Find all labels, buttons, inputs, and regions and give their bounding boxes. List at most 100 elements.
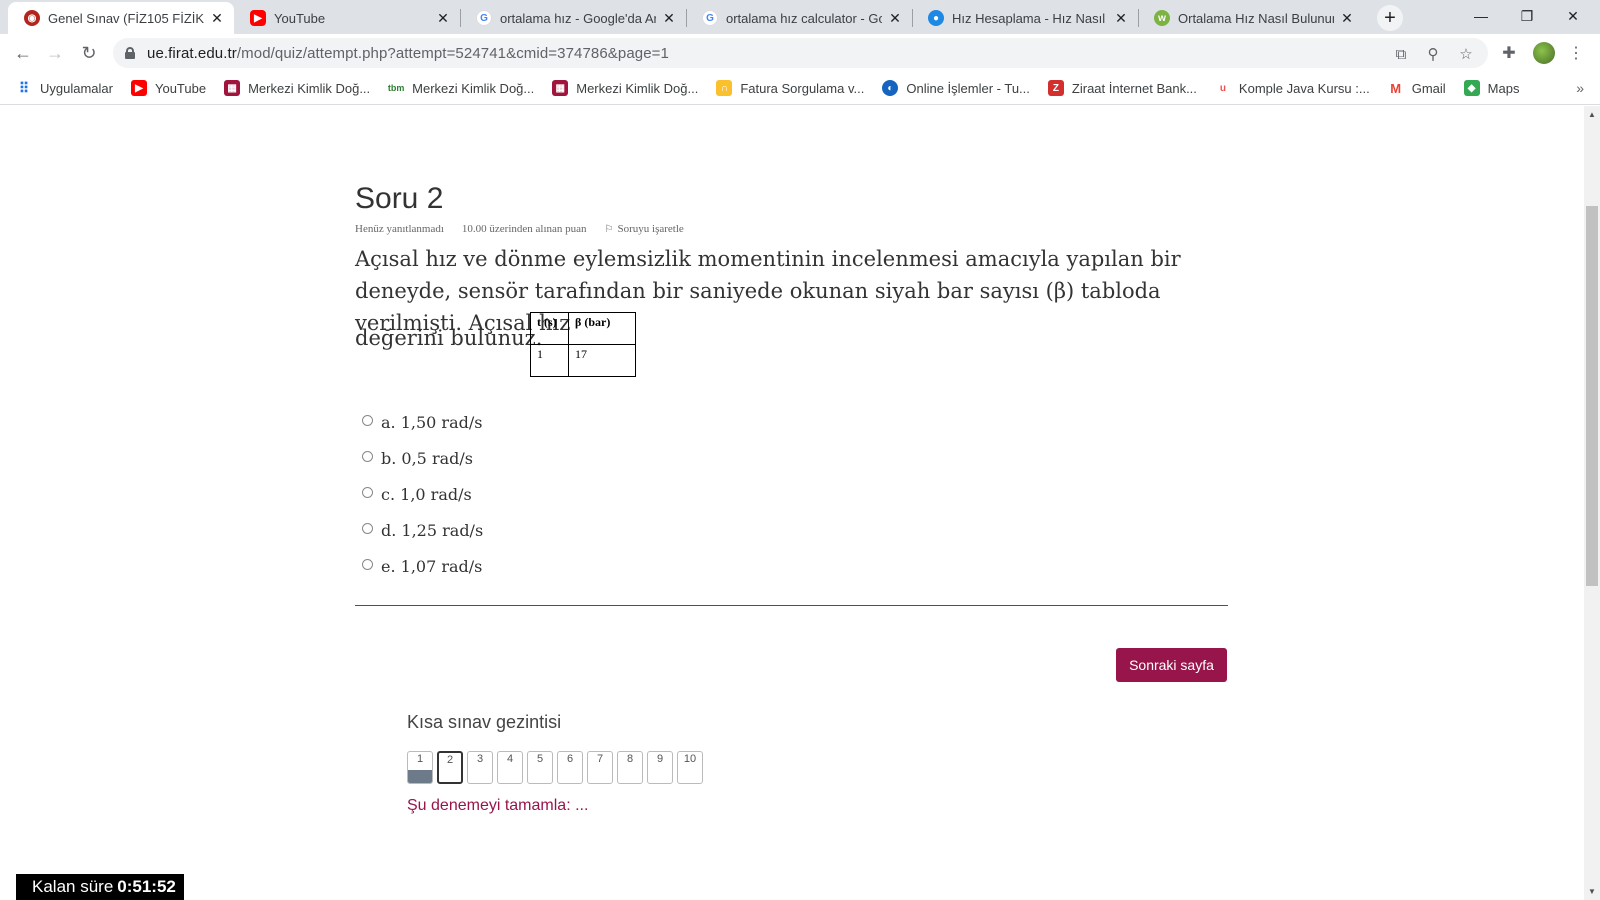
scroll-down-icon[interactable]: ▼: [1588, 887, 1596, 896]
firat-icon: ◉: [24, 10, 40, 26]
quiz-nav-button-4[interactable]: 4: [497, 751, 523, 784]
radio-button[interactable]: [362, 450, 373, 462]
bookmark-label: Merkezi Kimlik Doğ...: [576, 80, 699, 96]
bookmark-label: Ziraat İnternet Bank...: [1071, 80, 1197, 96]
restore-icon[interactable]: ❐: [1504, 0, 1550, 32]
bookmark-maps[interactable]: ◆ Maps: [1463, 80, 1519, 96]
youtube-icon: ▶: [130, 80, 147, 96]
bookmark-label: Uygulamalar: [40, 80, 113, 96]
quiz-nav-button-2[interactable]: 2: [437, 751, 463, 784]
bookmark-ziraat[interactable]: Z Ziraat İnternet Bank...: [1047, 80, 1197, 96]
close-icon[interactable]: ✕: [660, 9, 678, 27]
tab-title: ortalama hız - Google'da Ara: [500, 10, 656, 26]
minimize-icon[interactable]: —: [1458, 0, 1504, 32]
quiz-nav-button-8[interactable]: 8: [617, 751, 643, 784]
online-icon: ◐: [882, 80, 899, 96]
answer-option-d[interactable]: d. 1,25 rad/s: [362, 512, 483, 548]
bookmark-youtube[interactable]: ▶ YouTube: [130, 80, 206, 96]
question-text-end: değerini bulunuz.: [355, 326, 543, 350]
time-remaining: Kalan süre 0:51:52: [16, 874, 184, 900]
table-cell: 17: [568, 344, 636, 377]
quiz-nav-button-3[interactable]: 3: [467, 751, 493, 784]
table-header: t (s): [530, 312, 569, 345]
bookmark-kimlik-3[interactable]: ▦ Merkezi Kimlik Doğ...: [552, 80, 698, 96]
close-window-icon[interactable]: ✕: [1550, 0, 1596, 32]
avatar[interactable]: [1533, 42, 1555, 64]
bookmark-online-islemler[interactable]: ◐ Online İşlemler - Tu...: [882, 80, 1030, 96]
table-row: 1 17: [530, 344, 636, 377]
page-content: Soru 2 Henüz yanıtlanmadı 10.00 üzerinde…: [0, 106, 1584, 900]
bookmark-star-icon[interactable]: ☆: [1456, 44, 1476, 64]
radio-button[interactable]: [362, 558, 373, 570]
maps-icon: ◆: [1463, 80, 1480, 96]
quiz-nav-button-5[interactable]: 5: [527, 751, 553, 784]
tab-google-calculator[interactable]: G ortalama hız calculator - Goog ✕: [686, 2, 912, 34]
table-cell: 1: [530, 344, 569, 377]
timer-value: 0:51:52: [117, 877, 176, 896]
address-bar[interactable]: ue.firat.edu.tr/mod/quiz/attempt.php?att…: [113, 38, 1488, 68]
bookmarks-more-button[interactable]: »: [1576, 80, 1584, 96]
answer-option-b[interactable]: b. 0,5 rad/s: [362, 440, 483, 476]
close-icon[interactable]: ✕: [1112, 9, 1130, 27]
gmail-icon: M: [1387, 80, 1404, 96]
close-icon[interactable]: ✕: [1338, 9, 1356, 27]
tab-youtube[interactable]: ▶ YouTube ✕: [234, 2, 460, 34]
answer-label[interactable]: c. 1,0 rad/s: [381, 485, 472, 504]
back-icon[interactable]: ←: [8, 38, 38, 68]
google-icon: G: [702, 10, 718, 26]
radio-button[interactable]: [362, 414, 373, 426]
answer-label[interactable]: e. 1,07 rad/s: [381, 557, 482, 576]
flag-label: Soruyu işaretle: [617, 223, 684, 235]
quiz-nav-button-7[interactable]: 7: [587, 751, 613, 784]
radio-button[interactable]: [362, 486, 373, 498]
scrollbar[interactable]: ▲ ▼: [1584, 106, 1600, 900]
quiz-nav-button-1[interactable]: 1: [407, 751, 433, 784]
bookmark-kimlik-2[interactable]: tbm Merkezi Kimlik Doğ...: [388, 80, 534, 96]
close-icon[interactable]: ✕: [886, 9, 904, 27]
bookmark-apps[interactable]: ⠿ Uygulamalar: [16, 80, 113, 96]
divider: [355, 605, 1228, 606]
globe-icon: ●: [928, 10, 944, 26]
tab-google-search[interactable]: G ortalama hız - Google'da Ara ✕: [460, 2, 686, 34]
flag-question-link[interactable]: ⚐ Soruyu işaretle: [605, 223, 684, 235]
bookmark-label: Merkezi Kimlik Doğ...: [412, 80, 535, 96]
radio-button[interactable]: [362, 522, 373, 534]
forward-icon[interactable]: →: [40, 38, 70, 68]
answer-label[interactable]: b. 0,5 rad/s: [381, 449, 473, 468]
udemy-icon: u: [1214, 80, 1231, 96]
tab-hiz-hesaplama[interactable]: ● Hız Hesaplama - Hız Nasıl He ✕: [912, 2, 1138, 34]
scrollbar-thumb[interactable]: [1586, 206, 1598, 586]
data-table: t (s) β (bar) 1 17: [530, 312, 636, 377]
fatura-icon: ∩: [716, 80, 733, 96]
tab-quiz[interactable]: ◉ Genel Sınav (FİZ105 FİZİK LAB ✕: [8, 2, 234, 34]
menu-icon[interactable]: ⋮: [1565, 42, 1587, 64]
quiz-nav-button-10[interactable]: 10: [677, 751, 703, 784]
table-header-row: t (s) β (bar): [530, 312, 636, 345]
url-text: ue.firat.edu.tr/mod/quiz/attempt.php?att…: [147, 44, 669, 62]
answer-label[interactable]: d. 1,25 rad/s: [381, 521, 483, 540]
bookmark-gmail[interactable]: M Gmail: [1387, 80, 1446, 96]
bookmark-java[interactable]: u Komple Java Kursu :...: [1214, 80, 1370, 96]
next-page-button[interactable]: Sonraki sayfa: [1116, 648, 1227, 682]
answer-option-e[interactable]: e. 1,07 rad/s: [362, 548, 483, 584]
close-icon[interactable]: ✕: [434, 9, 452, 27]
answer-option-a[interactable]: a. 1,50 rad/s: [362, 404, 483, 440]
new-tab-button[interactable]: +: [1377, 5, 1403, 31]
quiz-nav-button-6[interactable]: 6: [557, 751, 583, 784]
question-status: Henüz yanıtlanmadı: [355, 223, 444, 235]
finish-attempt-link[interactable]: Şu denemeyi tamamla: ...: [407, 797, 588, 815]
reload-icon[interactable]: ↻: [74, 38, 104, 68]
zoom-icon[interactable]: ⚲: [1423, 44, 1443, 64]
close-icon[interactable]: ✕: [208, 9, 226, 27]
answer-option-c[interactable]: c. 1,0 rad/s: [362, 476, 483, 512]
extensions-icon[interactable]: ✚: [1498, 42, 1520, 64]
translate-icon[interactable]: ⧉: [1391, 44, 1411, 64]
tab-ortalama-hiz[interactable]: w Ortalama Hız Nasıl Bulunur - ✕: [1138, 2, 1364, 34]
table-header: β (bar): [568, 312, 636, 345]
scroll-up-icon[interactable]: ▲: [1588, 110, 1596, 119]
quiz-nav-button-9[interactable]: 9: [647, 751, 673, 784]
answer-label[interactable]: a. 1,50 rad/s: [381, 413, 482, 432]
bookmark-fatura[interactable]: ∩ Fatura Sorgulama v...: [716, 80, 864, 96]
bookmark-label: Komple Java Kursu :...: [1238, 80, 1370, 96]
bookmark-kimlik-1[interactable]: ▦ Merkezi Kimlik Doğ...: [224, 80, 370, 96]
